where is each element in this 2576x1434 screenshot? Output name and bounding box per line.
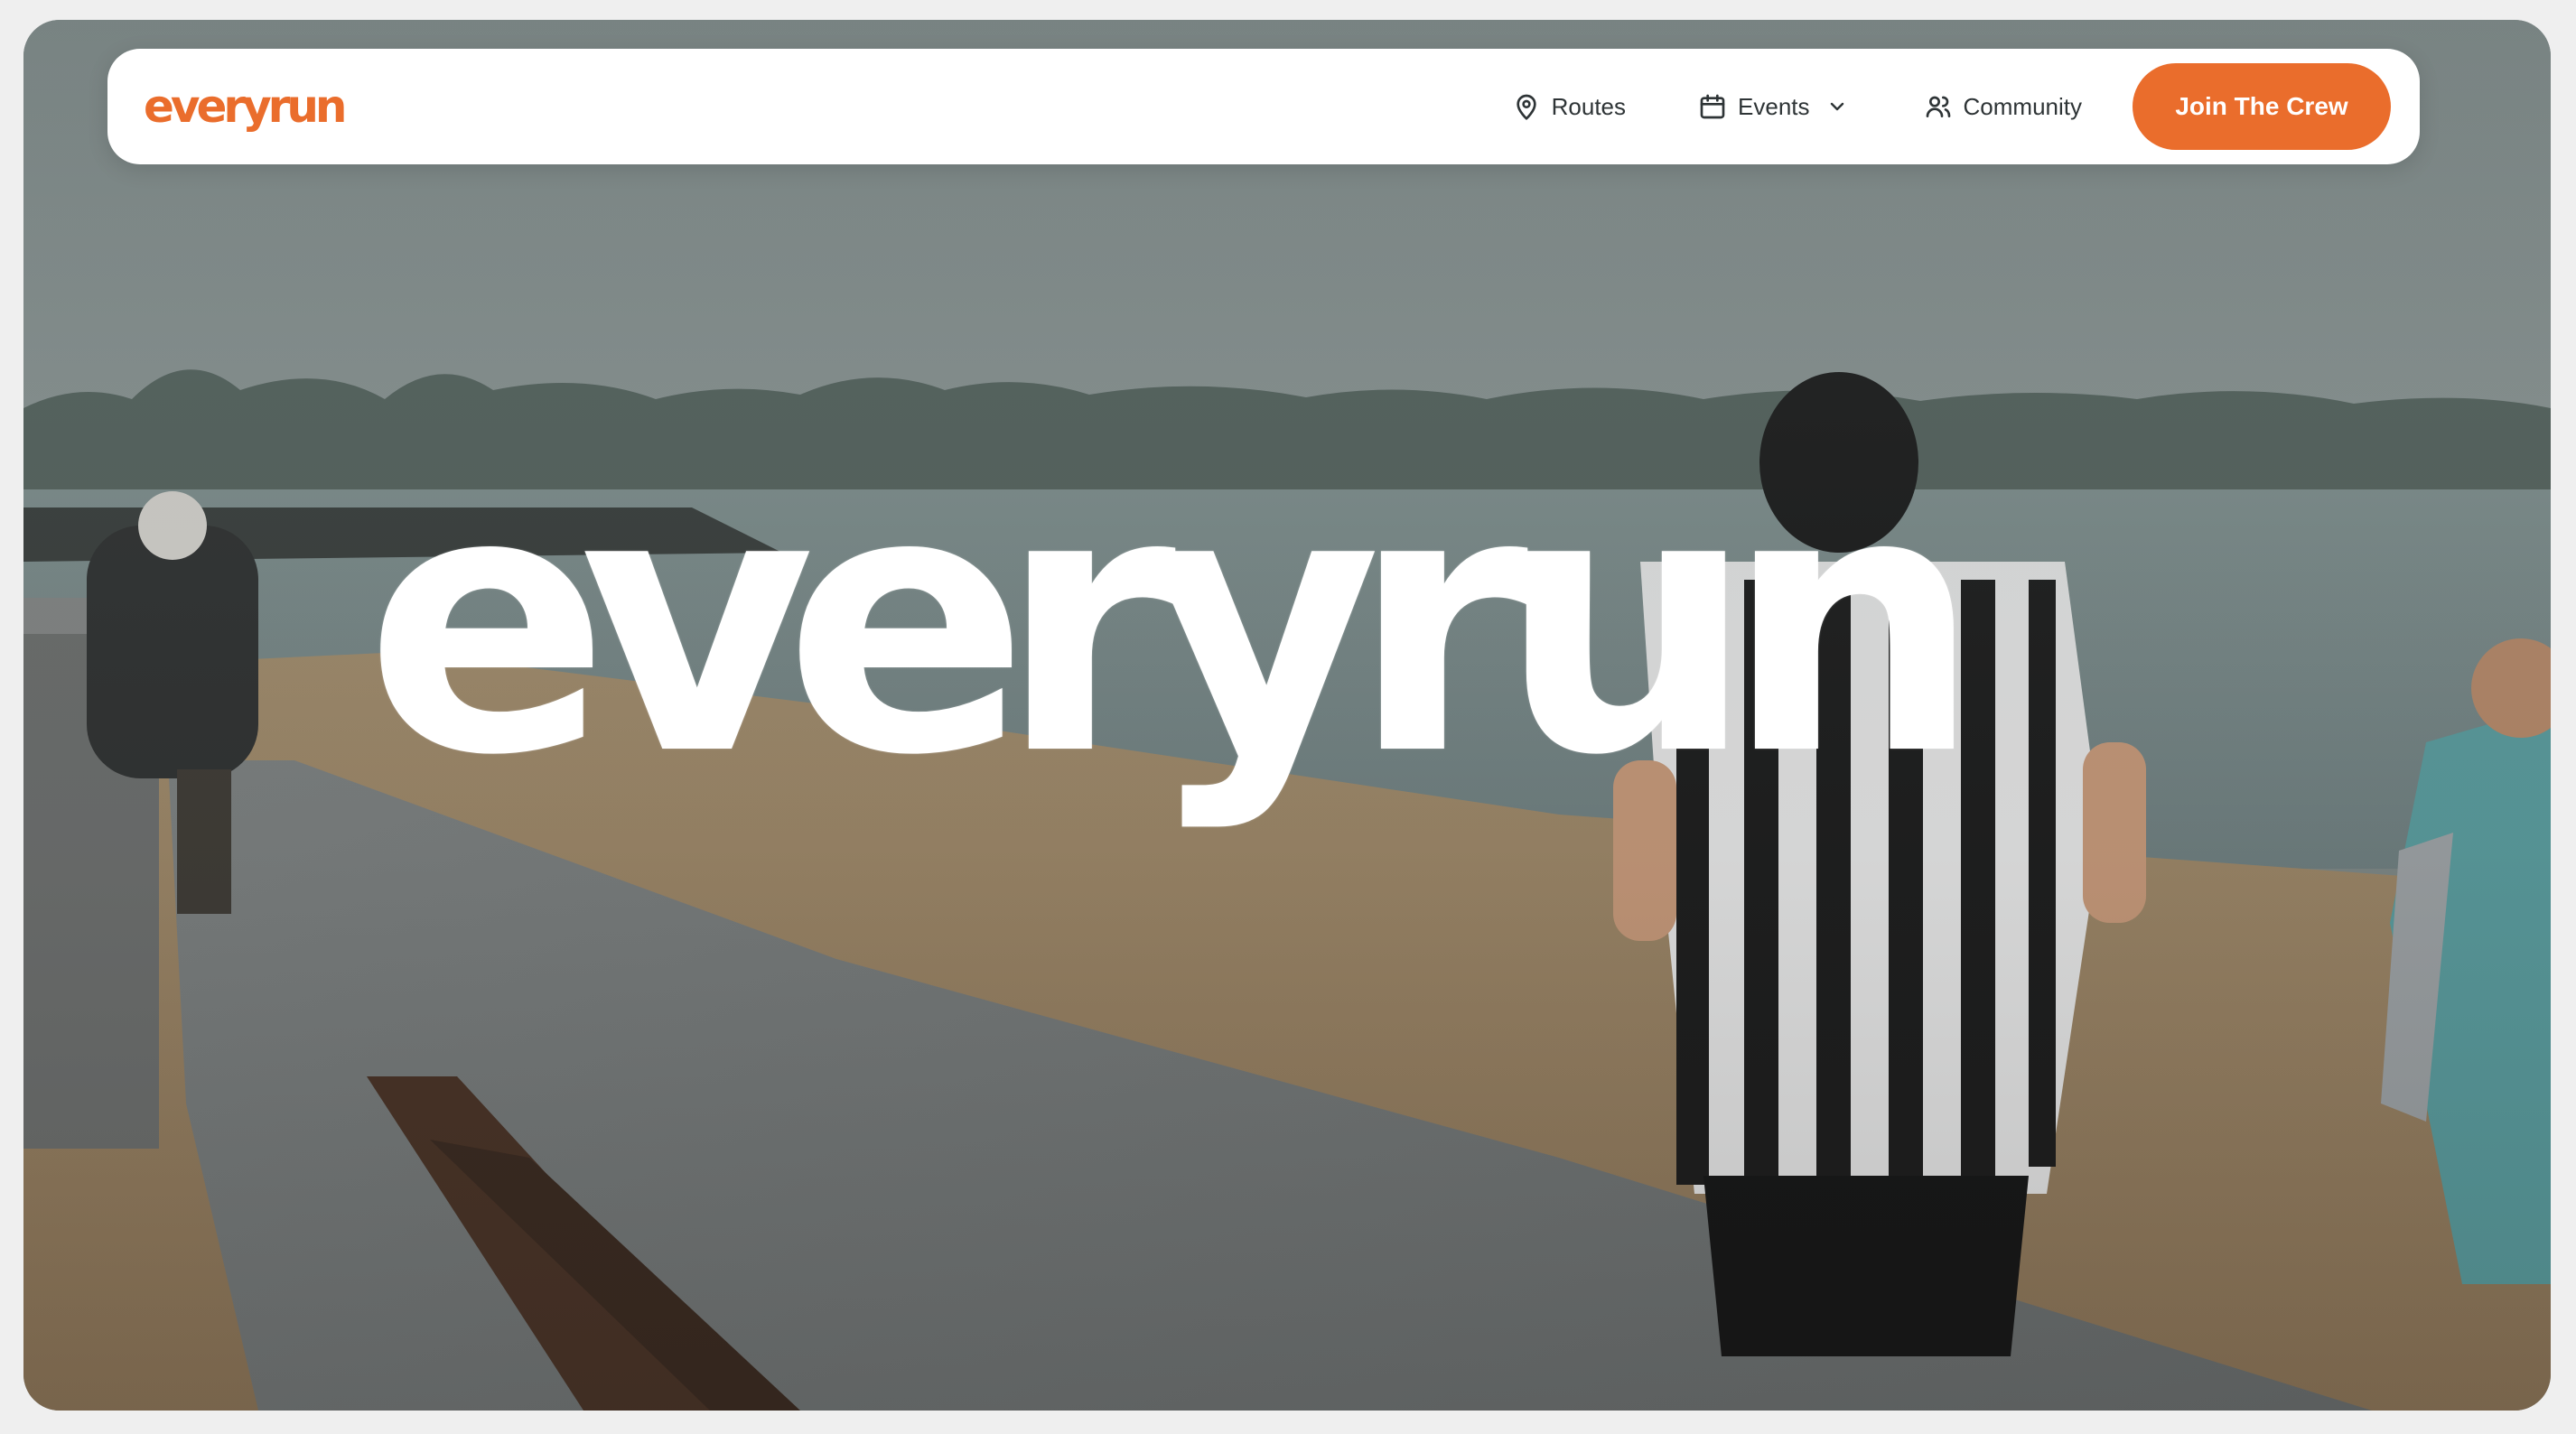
- calendar-icon: [1700, 94, 1725, 119]
- users-icon: [1926, 96, 1950, 117]
- hero-section: everyrun: [23, 20, 2551, 1411]
- nav-item-routes[interactable]: Routes: [1512, 92, 1626, 121]
- hero-wordmark: everyrun: [365, 414, 1982, 834]
- nav-item-label: Events: [1738, 92, 1810, 120]
- brand-logo[interactable]: everyrun: [144, 70, 348, 143]
- join-the-crew-button[interactable]: Join The Crew: [2133, 63, 2391, 150]
- top-navbar: everyrun Routes Events Community Join Th…: [107, 49, 2420, 164]
- map-pin-icon: [1516, 94, 1536, 120]
- nav-item-community[interactable]: Community: [1924, 92, 2082, 121]
- nav-item-label: Routes: [1551, 92, 1627, 120]
- nav-links: Routes Events Community Join The Crew: [1512, 49, 2420, 164]
- nav-item-label: Community: [1963, 92, 2082, 120]
- chevron-down-icon[interactable]: [1826, 96, 1848, 117]
- nav-item-events[interactable]: Events: [1698, 92, 1848, 121]
